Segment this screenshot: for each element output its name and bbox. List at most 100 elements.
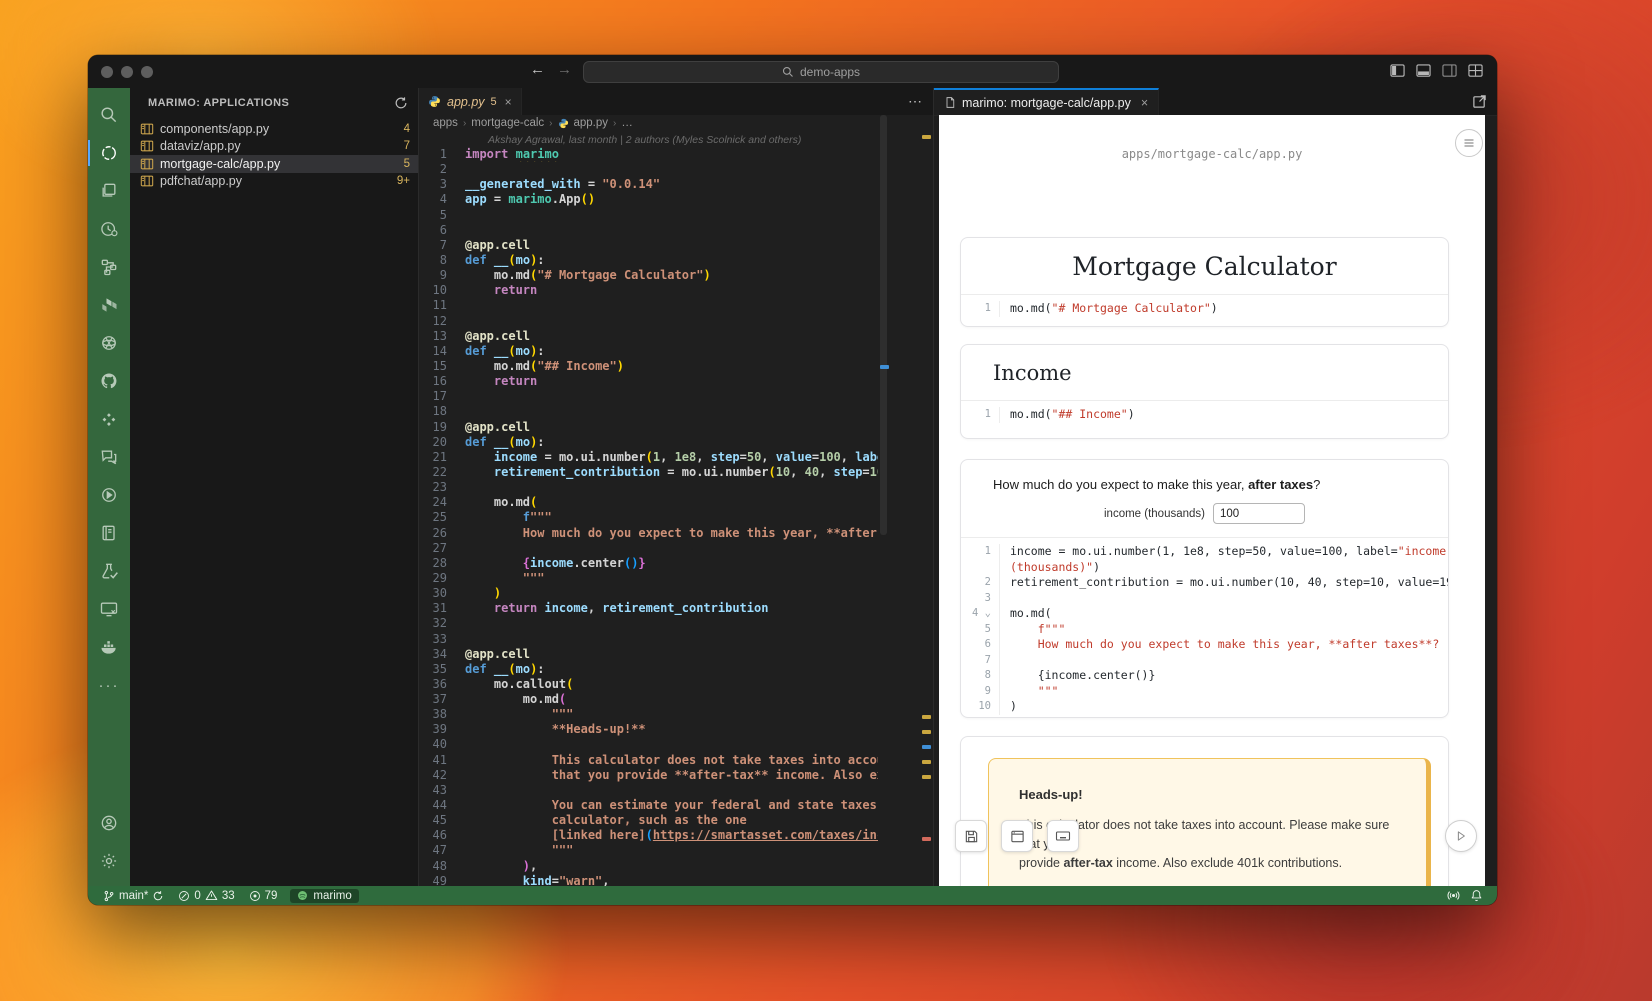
menu-button[interactable] <box>1455 129 1483 157</box>
command-center-search[interactable]: demo-apps <box>583 61 1059 83</box>
code-line[interactable]: 41 This calculator does not take taxes i… <box>419 753 878 768</box>
editor-more-actions-icon[interactable]: ⋯ <box>908 88 933 115</box>
refresh-icon[interactable] <box>394 96 408 110</box>
bell-icon[interactable] <box>1470 889 1483 902</box>
code-line[interactable]: 13@app.cell <box>419 329 878 344</box>
breadcrumb[interactable]: apps› mortgage-calc› app.py› … <box>419 115 933 131</box>
tab-close-icon[interactable]: × <box>1141 96 1148 110</box>
toggle-secondary-sidebar-icon[interactable] <box>1442 63 1457 78</box>
code-line[interactable]: 49 kind="warn", <box>419 874 878 886</box>
code-line[interactable]: 1import marimo <box>419 147 878 162</box>
code-line[interactable]: 36 mo.callout( <box>419 677 878 692</box>
file-list-item[interactable]: dataviz/app.py7 <box>130 138 418 156</box>
code-line[interactable]: 33 <box>419 632 878 647</box>
code-line[interactable]: 26 How much do you expect to make this y… <box>419 526 878 541</box>
file-list-item[interactable]: mortgage-calc/app.py5 <box>130 155 418 173</box>
problems-item[interactable]: 0 33 <box>173 886 239 905</box>
code-line[interactable]: 14def __(mo): <box>419 344 878 359</box>
code-line[interactable]: 24 mo.md( <box>419 495 878 510</box>
broadcast-icon[interactable] <box>1447 889 1460 902</box>
code-line[interactable]: 32 <box>419 616 878 631</box>
more-activity-icon[interactable]: ··· <box>88 666 130 704</box>
code-line[interactable]: 37 mo.md( <box>419 692 878 707</box>
code-line[interactable]: 15 mo.md("## Income") <box>419 359 878 374</box>
extra-count-item[interactable]: 79 <box>244 886 283 905</box>
zoom-window-button[interactable] <box>141 66 153 78</box>
checkerboard-activity-icon[interactable] <box>88 400 130 438</box>
code-line[interactable]: 31 return income, retirement_contributio… <box>419 601 878 616</box>
git-branch-item[interactable]: main* <box>98 886 169 905</box>
code-line[interactable]: 17 <box>419 389 878 404</box>
run-cell-button[interactable] <box>1445 820 1477 852</box>
save-button[interactable] <box>955 820 987 852</box>
code-line[interactable]: 9 mo.md("# Mortgage Calculator") <box>419 268 878 283</box>
code-line[interactable]: 20def __(mo): <box>419 435 878 450</box>
tab-close-icon[interactable]: × <box>505 95 512 109</box>
code-line[interactable]: 35def __(mo): <box>419 662 878 677</box>
comments-activity-icon[interactable] <box>88 438 130 476</box>
code-line[interactable]: 21 income = mo.ui.number(1, 1e8, step=50… <box>419 450 878 465</box>
code-line[interactable]: 42 that you provide **after-tax** income… <box>419 768 878 783</box>
code-line[interactable]: 11 <box>419 298 878 313</box>
code-line[interactable]: 39 **Heads-up!** <box>419 722 878 737</box>
code-line[interactable]: 47 """ <box>419 843 878 858</box>
preview-tab[interactable]: marimo: mortgage-calc/app.py × <box>934 88 1159 115</box>
code-line[interactable]: 4app = marimo.App() <box>419 192 878 207</box>
code-line[interactable]: 34@app.cell <box>419 647 878 662</box>
code-line[interactable]: 18 <box>419 404 878 419</box>
code-line[interactable]: 7@app.cell <box>419 238 878 253</box>
breadcrumb-item[interactable]: app.py <box>574 117 609 129</box>
code-line[interactable]: 27 <box>419 541 878 556</box>
code-line[interactable]: 3__generated_with = "0.0.14" <box>419 177 878 192</box>
close-window-button[interactable] <box>101 66 113 78</box>
code-line[interactable]: 40 <box>419 737 878 752</box>
code-line[interactable]: 48 ), <box>419 859 878 874</box>
globe-activity-icon[interactable] <box>88 324 130 362</box>
marimo-status-badge[interactable]: marimo <box>290 889 358 903</box>
code-line[interactable]: 23 <box>419 480 878 495</box>
code-line[interactable]: 19@app.cell <box>419 420 878 435</box>
toggle-sidebar-icon[interactable] <box>1390 63 1405 78</box>
breadcrumb-item[interactable]: apps <box>433 117 458 129</box>
hierarchy-activity-icon[interactable] <box>88 248 130 286</box>
github-activity-icon[interactable] <box>88 362 130 400</box>
code-line[interactable]: 38 """ <box>419 707 878 722</box>
scrollbar-thumb[interactable] <box>880 115 887 535</box>
toggle-panel-icon[interactable] <box>1416 63 1431 78</box>
breadcrumb-item[interactable]: … <box>621 117 633 129</box>
code-line[interactable]: 43 <box>419 783 878 798</box>
settings-gear-icon[interactable] <box>88 842 130 880</box>
code-line[interactable]: 28 {income.center()} <box>419 556 878 571</box>
income-number-input[interactable] <box>1213 503 1305 524</box>
forward-arrow-icon[interactable]: → <box>557 61 572 78</box>
file-list-item[interactable]: components/app.py4 <box>130 120 418 138</box>
cell-code[interactable]: 1mo.md("# Mortgage Calculator") <box>961 295 1448 323</box>
keyboard-shortcuts-button[interactable] <box>1047 820 1079 852</box>
terraform-activity-icon[interactable] <box>88 286 130 324</box>
code-line[interactable]: 8def __(mo): <box>419 253 878 268</box>
code-line[interactable]: 29 """ <box>419 571 878 586</box>
back-arrow-icon[interactable]: ← <box>530 61 545 78</box>
open-browser-button[interactable] <box>1001 820 1033 852</box>
code-line[interactable]: 10 return <box>419 283 878 298</box>
marimo-activity-icon[interactable] <box>88 134 130 172</box>
code-line[interactable]: 46 [linked here](https://smartasset.com/… <box>419 828 878 843</box>
docker-activity-icon[interactable] <box>88 628 130 666</box>
test-activity-icon[interactable] <box>88 552 130 590</box>
code-line[interactable]: 5 <box>419 208 878 223</box>
code-line[interactable]: 30 ) <box>419 586 878 601</box>
run-activity-icon[interactable] <box>88 476 130 514</box>
minimize-window-button[interactable] <box>121 66 133 78</box>
open-external-icon[interactable] <box>1472 94 1487 109</box>
account-icon[interactable] <box>88 804 130 842</box>
code-line[interactable]: 44 You can estimate your federal and sta… <box>419 798 878 813</box>
remote-screen-activity-icon[interactable] <box>88 590 130 628</box>
cell-code[interactable]: 1income = mo.ui.number(1, 1e8, step=50, … <box>961 538 1448 718</box>
search-activity-icon[interactable] <box>88 96 130 134</box>
file-list-item[interactable]: pdfchat/app.py9+ <box>130 173 418 191</box>
code-line[interactable]: 6 <box>419 223 878 238</box>
explorer-activity-icon[interactable] <box>88 172 130 210</box>
code-editor[interactable]: Akshay Agrawal, last month | 2 authors (… <box>419 131 878 886</box>
editor-scrollbar[interactable] <box>878 115 933 886</box>
editor-tab-app-py[interactable]: app.py 5 × <box>419 88 522 115</box>
